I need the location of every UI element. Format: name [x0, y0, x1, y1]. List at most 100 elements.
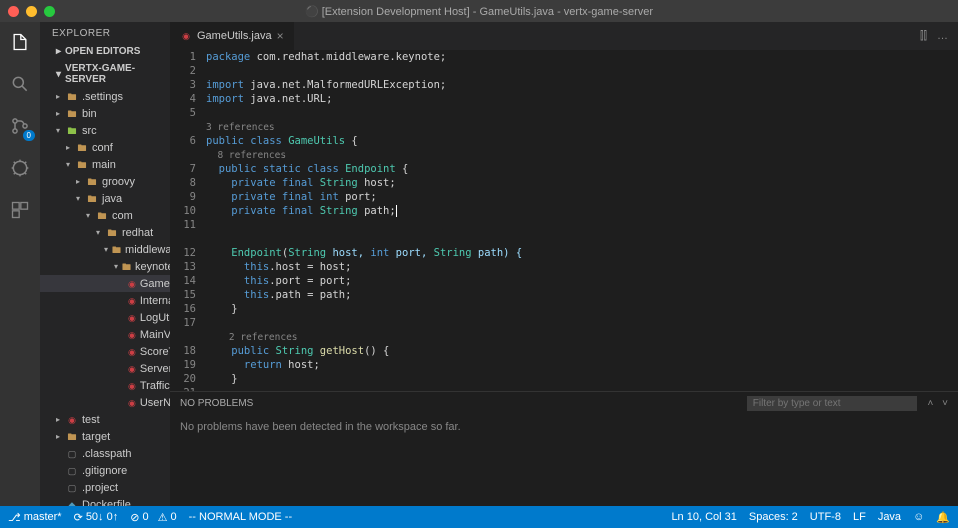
- source-control-icon[interactable]: [8, 114, 32, 138]
- tree-item[interactable]: ▸🖿bin: [40, 105, 170, 122]
- tree-item[interactable]: ◆Dockerfile: [40, 496, 170, 506]
- tree-item-label: GameUtils.java: [140, 277, 170, 291]
- java-file-icon: ◉: [180, 30, 192, 42]
- tree-item-label: src: [82, 124, 97, 138]
- titlebar: ⚫ [Extension Development Host] - GameUti…: [0, 0, 958, 22]
- tree-item-label: java: [102, 192, 122, 206]
- search-icon[interactable]: [8, 72, 32, 96]
- tree-item-label: ServerVerticle.java: [140, 362, 170, 376]
- notifications-icon[interactable]: 🔔: [936, 511, 950, 524]
- editor: ◉ GameUtils.java × ⫿⫿ … 1234567891011121…: [170, 22, 958, 506]
- explorer-icon[interactable]: [8, 30, 32, 54]
- tree-item-label: ScoreTimerVerticl...: [140, 345, 170, 359]
- chevron-icon: ▸: [74, 175, 82, 189]
- main: EXPLORER ▸OPEN EDITORS ▾VERTX-GAME-SERVE…: [0, 22, 958, 506]
- tree-item-label: .classpath: [82, 447, 132, 461]
- tree-item[interactable]: ▸ 🖿 .settings: [40, 88, 170, 105]
- tree-item-label: com: [112, 209, 133, 223]
- tree-item[interactable]: ▢.project: [40, 479, 170, 496]
- folder-icon: 🖿: [122, 261, 131, 273]
- tree-item[interactable]: ◉GameUtils.java: [40, 275, 170, 292]
- statusbar: ⎇master* ⟳50↓ 0↑ ⊘0 ⚠0 -- NORMAL MODE --…: [0, 506, 958, 528]
- code-area[interactable]: 1234567891011121314151617181920212223242…: [170, 50, 958, 391]
- filter-input[interactable]: [747, 396, 917, 411]
- folder-icon: 🖿: [66, 91, 78, 103]
- project-section[interactable]: ▾VERTX-GAME-SERVER: [40, 60, 170, 88]
- tree-item[interactable]: ▸🖿conf: [40, 139, 170, 156]
- folder-icon: 🖿: [66, 431, 78, 443]
- window-controls: [8, 6, 55, 17]
- tree-item-label: .settings: [82, 90, 123, 104]
- folder-icon: 🖿: [66, 108, 78, 120]
- tree-item-label: test: [82, 413, 100, 427]
- tree-item[interactable]: ▢.gitignore: [40, 462, 170, 479]
- chevron-down-icon[interactable]: ˅: [942, 398, 948, 409]
- file-tree: ▸🖿.settings▸🖿bin▾🖿src▸🖿conf▾🖿main▸🖿groov…: [40, 88, 170, 506]
- close-icon[interactable]: ×: [277, 29, 284, 43]
- sync-icon: ⟳: [74, 511, 83, 524]
- tree-item[interactable]: ◉MainVerticle.java: [40, 326, 170, 343]
- tab-gameutils[interactable]: ◉ GameUtils.java ×: [170, 22, 295, 50]
- debug-icon[interactable]: [8, 156, 32, 180]
- tree-item[interactable]: ◉ TrafficServerVerti...: [40, 377, 170, 394]
- folder-icon: 🖿: [86, 176, 98, 188]
- close-window-icon[interactable]: [8, 6, 19, 17]
- chevron-right-icon: ▸: [56, 46, 61, 57]
- chevron-icon: ▸: [54, 90, 62, 104]
- git-sync[interactable]: ⟳50↓ 0↑: [74, 511, 119, 524]
- panel-body: No problems have been detected in the wo…: [170, 415, 958, 439]
- cursor-position[interactable]: Ln 10, Col 31: [671, 511, 736, 524]
- tree-item-label: groovy: [102, 175, 135, 189]
- window-title: ⚫ [Extension Development Host] - GameUti…: [305, 5, 653, 18]
- chevron-icon: ▾: [94, 226, 102, 240]
- chevron-icon: ▾: [54, 124, 62, 138]
- panel-header: NO PROBLEMS ˄ ˅: [170, 392, 958, 415]
- git-branch[interactable]: ⎇master*: [8, 511, 62, 524]
- minimize-window-icon[interactable]: [26, 6, 37, 17]
- extensions-icon[interactable]: [8, 198, 32, 222]
- encoding[interactable]: UTF-8: [810, 511, 841, 524]
- tree-item[interactable]: ▸🖿target: [40, 428, 170, 445]
- tree-item[interactable]: ▾🖿main: [40, 156, 170, 173]
- tree-item-label: TrafficServerVerti...: [140, 379, 170, 393]
- tree-item[interactable]: ◉LogUtils.java: [40, 309, 170, 326]
- warning-icon: ⚠: [158, 511, 168, 524]
- errors-count[interactable]: ⊘0 ⚠0: [130, 511, 176, 524]
- tree-item[interactable]: ▾🖿src: [40, 122, 170, 139]
- tree-item[interactable]: ▸◉test: [40, 411, 170, 428]
- tree-item-label: MainVerticle.java: [140, 328, 170, 342]
- folder-icon: 🖿: [76, 159, 88, 171]
- split-editor-icon[interactable]: ⫿⫿: [920, 30, 927, 43]
- chevron-icon: ▸: [54, 413, 62, 427]
- java-icon: ◉: [128, 363, 136, 375]
- chevron-up-icon[interactable]: ˄: [928, 398, 934, 409]
- tree-item[interactable]: ◉ ServerVerticle.java: [40, 360, 170, 377]
- tree-item[interactable]: ▾🖿redhat: [40, 224, 170, 241]
- tree-item[interactable]: ▾🖿com: [40, 207, 170, 224]
- language-mode[interactable]: Java: [878, 511, 901, 524]
- indentation[interactable]: Spaces: 2: [749, 511, 798, 524]
- eol[interactable]: LF: [853, 511, 866, 524]
- maximize-window-icon[interactable]: [44, 6, 55, 17]
- tree-item[interactable]: ◉ScoreTimerVerticl...: [40, 343, 170, 360]
- chevron-icon: ▸: [54, 107, 62, 121]
- tree-item[interactable]: ◉UserNameGenerat...: [40, 394, 170, 411]
- java-icon: ◉: [128, 380, 136, 392]
- tree-item[interactable]: ▾🖿java: [40, 190, 170, 207]
- open-editors-section[interactable]: ▸OPEN EDITORS: [40, 43, 170, 60]
- more-actions-icon[interactable]: …: [937, 30, 948, 42]
- error-icon: ⊘: [130, 511, 139, 524]
- tree-item[interactable]: ▸ 🖿 groovy: [40, 173, 170, 190]
- tree-item[interactable]: ◉InternalServiceVert...: [40, 292, 170, 309]
- tree-item[interactable]: ▾🖿middleware: [40, 241, 170, 258]
- folder-icon: 🖿: [86, 193, 98, 205]
- chevron-down-icon: ▾: [56, 69, 61, 80]
- feedback-icon[interactable]: ☺: [913, 511, 924, 524]
- tree-item[interactable]: ▾🖿keynote: [40, 258, 170, 275]
- file-icon: ▢: [66, 465, 78, 477]
- code[interactable]: package com.redhat.middleware.keynote;im…: [206, 50, 958, 391]
- folder-icon: 🖿: [96, 210, 108, 222]
- folder-icon: 🖿: [106, 227, 118, 239]
- tree-item[interactable]: ▢.classpath: [40, 445, 170, 462]
- chevron-icon: ▾: [64, 158, 72, 172]
